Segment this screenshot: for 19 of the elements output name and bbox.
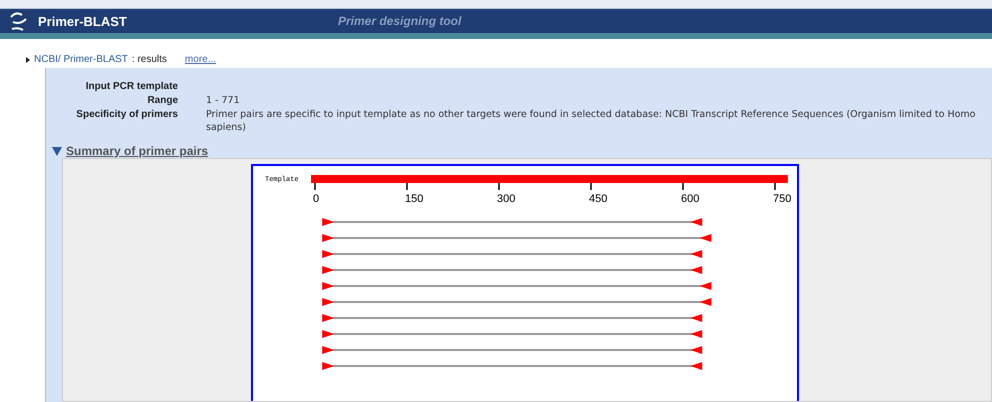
tick-label: 750 <box>773 193 792 205</box>
summary-toggle[interactable]: Summary of primer pairs <box>52 144 992 158</box>
field-value: 1 - 771 <box>206 94 241 107</box>
triangle-icon <box>26 56 30 62</box>
field-label: Range <box>146 94 178 107</box>
field-label: Input PCR template <box>84 80 178 93</box>
tick-label: 0 <box>313 193 320 205</box>
tick-label: 450 <box>589 193 608 205</box>
tick-label: 300 <box>497 193 516 205</box>
app-title: Primer-BLAST <box>38 14 128 28</box>
more-link[interactable]: more... <box>184 54 216 65</box>
field-label: Specificity of primers <box>75 108 178 122</box>
app-subtitle: Primer designing tool <box>338 14 462 28</box>
tick-label: 600 <box>681 193 700 205</box>
triangle-icon <box>52 146 62 156</box>
breadcrumb-text: : results <box>132 54 167 65</box>
breadcrumb-link[interactable]: NCBI/ Primer-BLAST <box>34 54 128 65</box>
field-value: Primer pairs are specific to input template as no other targets were found in selected database: NCBI Transcript Reference Sequences (Organism limited to Homo sapiens) <box>206 108 976 134</box>
tick-label: 150 <box>405 193 424 205</box>
